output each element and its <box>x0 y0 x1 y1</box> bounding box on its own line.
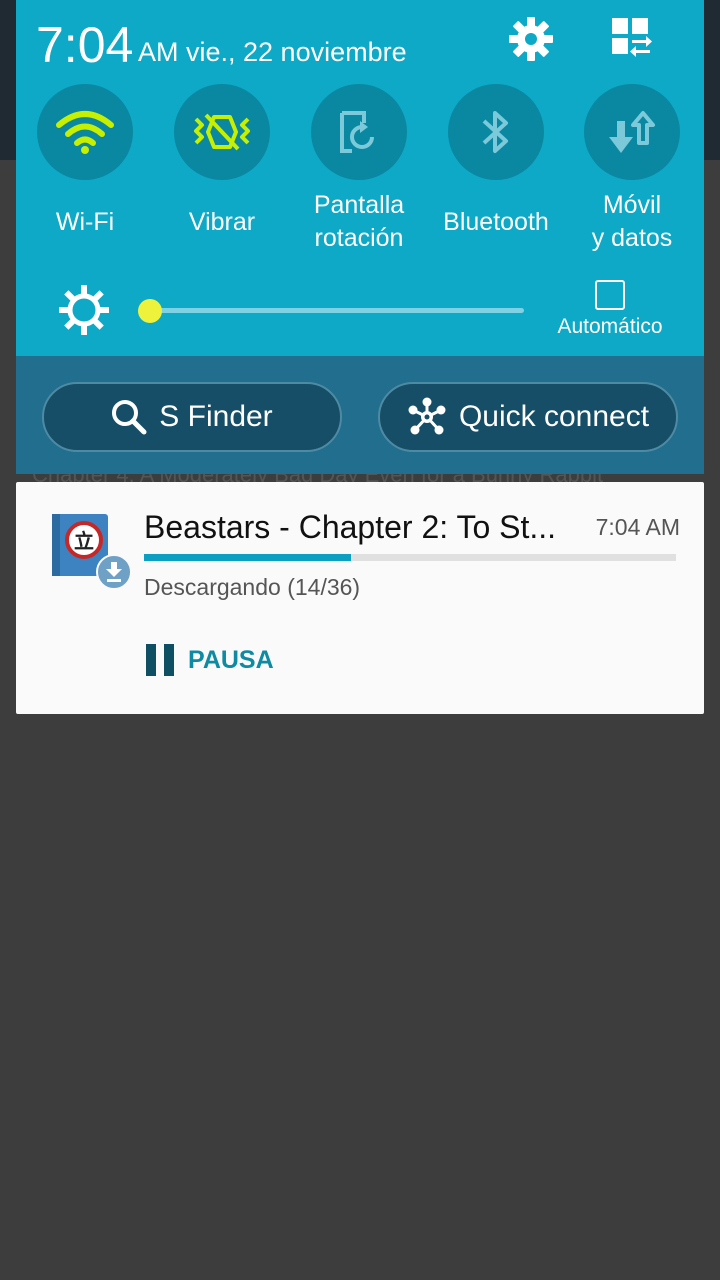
auto-brightness-checkbox[interactable] <box>595 280 625 310</box>
quick-settings-panel: 7:04 AM vie., 22 noviembre Wi-Fi Vibrar … <box>16 0 704 474</box>
toggle-bluetooth-label: Bluetooth <box>443 207 549 236</box>
panel-actions: S Finder Quick connect <box>16 356 704 474</box>
auto-brightness-label: Automático <box>557 315 663 338</box>
pause-label: PAUSA <box>188 645 274 674</box>
quick-connect-icon <box>408 397 446 435</box>
quick-connect-button[interactable]: Quick connect <box>378 382 678 452</box>
screen-rotation-icon <box>340 111 374 153</box>
download-progress-bar <box>144 554 676 561</box>
download-progress-fill <box>144 554 352 561</box>
clock-date: AM vie., 22 noviembre <box>138 37 407 67</box>
quick-connect-label: Quick connect <box>458 400 650 433</box>
wifi-icon <box>56 111 114 154</box>
pause-button[interactable]: PAUSA <box>144 638 274 682</box>
toggle-bluetooth[interactable]: Bluetooth <box>441 84 551 258</box>
notification-time: 7:04 AM <box>595 514 680 540</box>
app-icon: 立 <box>52 512 132 596</box>
download-notification[interactable]: 立 Beastars - Chapter 2: To St... 7:04 AM… <box>16 482 704 714</box>
grid-edit-icon <box>612 18 652 57</box>
toggle-rotation-label: Pantalla rotación <box>313 191 405 252</box>
bluetooth-icon <box>482 111 508 153</box>
toggle-screen-rotation[interactable]: Pantalla rotación <box>304 84 414 258</box>
toggle-mobile-data[interactable]: Móvil y datos <box>577 84 687 258</box>
mobile-data-icon <box>609 111 655 153</box>
toggle-vibrate-label: Vibrar <box>188 207 256 236</box>
edit-toggles-button[interactable] <box>606 14 656 64</box>
notification-title: Beastars - Chapter 2: To St... <box>144 509 557 545</box>
gear-icon <box>509 17 553 61</box>
sfinder-label: S Finder <box>159 400 273 433</box>
vibrate-icon <box>194 113 250 151</box>
brightness-icon <box>58 284 110 336</box>
download-status: Descargando (14/36) <box>144 574 361 600</box>
toggle-wifi[interactable]: Wi-Fi <box>30 84 140 258</box>
clock-time: 7:04 <box>36 17 134 73</box>
sfinder-button[interactable]: S Finder <box>42 382 342 452</box>
search-icon <box>112 400 147 435</box>
settings-button[interactable] <box>506 14 556 64</box>
brightness-slider-thumb[interactable] <box>138 299 162 323</box>
svg-text:立: 立 <box>74 529 94 553</box>
toggle-wifi-label: Wi-Fi <box>55 207 115 236</box>
toggle-vibrate[interactable]: Vibrar <box>167 84 277 258</box>
brightness-slider[interactable] <box>150 308 524 313</box>
toggle-mobile-data-label: Móvil y datos <box>591 191 673 252</box>
pause-icon <box>144 644 174 676</box>
